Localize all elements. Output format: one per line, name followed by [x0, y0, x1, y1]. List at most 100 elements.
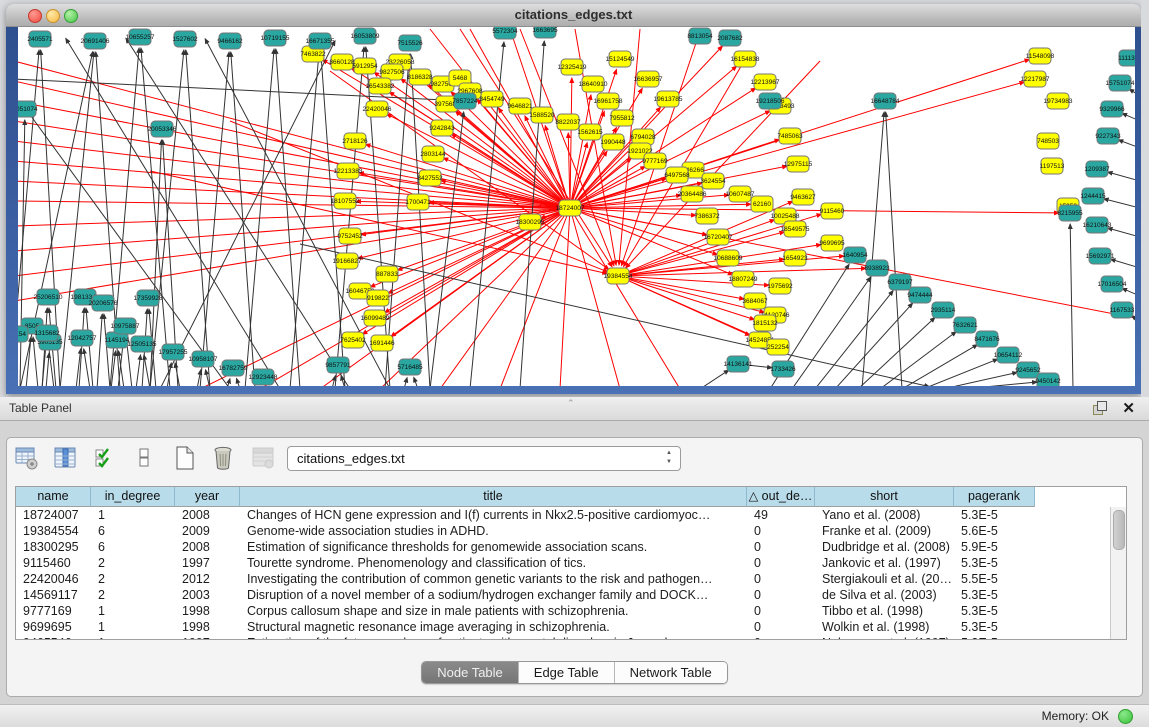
graph-node[interactable]: 3624554 [700, 173, 726, 189]
graph-node[interactable]: 19218506 [756, 93, 785, 109]
graph-node[interactable]: 8186328 [407, 69, 433, 85]
column-header-pagerank[interactable]: pagerank [954, 487, 1035, 507]
graph-node[interactable]: 5572304 [492, 27, 518, 39]
graph-node[interactable]: 8427552 [417, 170, 443, 186]
graph-node[interactable]: 9242843 [429, 120, 455, 136]
table-row[interactable]: 969969511998Structural magnetic resonanc… [16, 619, 1110, 635]
graph-node[interactable]: 8660128 [329, 54, 355, 70]
graph-node[interactable]: 1244415 [1080, 188, 1106, 204]
graph-node[interactable]: 10975887 [111, 318, 140, 334]
graph-node[interactable]: 11548098 [1026, 48, 1055, 64]
network-canvas[interactable]: 1872400719384554746382286601285912954232… [18, 27, 1135, 386]
graph-node[interactable]: 1640954 [842, 247, 868, 263]
graph-node[interactable]: 1167533 [1110, 302, 1135, 318]
graph-node[interactable]: 18549575 [781, 221, 810, 237]
graph-node[interactable]: 2087682 [717, 30, 743, 46]
graph-node[interactable]: 16636957 [634, 71, 663, 87]
table-row[interactable]: 2242004622012Investigating the contribut… [16, 571, 1110, 587]
graph-node[interactable]: 1197513 [1040, 158, 1065, 174]
graph-node[interactable]: 19384554 [604, 268, 633, 284]
graph-node[interactable]: 25206510 [34, 289, 63, 305]
tab-edge-table[interactable]: Edge Table [519, 662, 615, 683]
new-document-icon[interactable] [173, 445, 197, 471]
graph-node[interactable]: 3684067 [742, 293, 768, 309]
graph-node[interactable]: 1691446 [369, 335, 395, 351]
graph-node[interactable]: 20364486 [678, 186, 707, 202]
table-panel-header[interactable]: Table Panel ⌃ ✕ [0, 397, 1149, 421]
graph-node[interactable]: 12213383 [334, 163, 363, 179]
graph-node[interactable]: 19613785 [654, 91, 683, 107]
graph-node[interactable]: 8938923 [864, 260, 890, 276]
graph-node[interactable]: 16099489 [361, 310, 390, 326]
graph-node[interactable]: 12217987 [1021, 71, 1050, 87]
graph-node[interactable]: 1700471 [405, 194, 431, 210]
graph-node[interactable]: 16671355 [306, 33, 335, 49]
graph-node[interactable]: 19734983 [1044, 93, 1073, 109]
graph-node[interactable]: 8813054 [687, 28, 713, 44]
tab-node-table[interactable]: Node Table [422, 662, 519, 683]
graph-node[interactable]: 1562615 [577, 124, 603, 140]
graph-node[interactable]: 20691406 [81, 33, 110, 49]
graph-node[interactable]: 16720407 [704, 229, 733, 245]
graph-node[interactable]: 16154838 [731, 51, 760, 67]
float-panel-icon[interactable] [1093, 401, 1107, 415]
graph-node[interactable]: 8215955 [1057, 205, 1083, 221]
scrollbar-thumb[interactable] [1113, 510, 1125, 550]
window-titlebar[interactable]: citations_edges.txt [6, 4, 1141, 27]
graph-node[interactable]: 10607487 [726, 186, 755, 202]
graph-node[interactable]: 10688609 [714, 250, 743, 266]
table-row[interactable]: 1872400712008Changes of HCN gene express… [16, 507, 1110, 523]
graph-node[interactable]: 2803144 [420, 146, 446, 162]
panel-resize-grip[interactable]: ⌃ [567, 398, 575, 409]
graph-node[interactable]: 6497568 [664, 167, 690, 183]
graph-node[interactable]: 7386372 [694, 208, 720, 224]
graph-node[interactable]: 22420046 [363, 101, 392, 117]
graph-node[interactable]: 8822037 [555, 114, 581, 130]
graph-node[interactable]: 7485063 [777, 128, 803, 144]
graph-node[interactable]: 12923448 [249, 369, 278, 385]
graph-node[interactable]: 12325419 [558, 59, 587, 75]
graph-node[interactable]: 15692971 [1086, 248, 1115, 264]
table-column-icon[interactable] [54, 445, 78, 471]
graph-node[interactable]: 17957255 [159, 344, 188, 360]
graph-node[interactable]: 1733426 [770, 361, 796, 377]
graph-node[interactable]: 19166827 [333, 253, 362, 269]
column-header-name[interactable]: name [16, 487, 91, 507]
graph-node[interactable]: 10654112 [994, 347, 1023, 363]
graph-node[interactable]: 15124549 [606, 51, 635, 67]
graph-node[interactable]: 20053346 [148, 121, 177, 137]
graph-node[interactable]: 16782759 [219, 360, 248, 376]
column-header-year[interactable]: year [175, 487, 240, 507]
graph-node[interactable]: 7857224 [452, 93, 478, 109]
graph-node[interactable]: 12042757 [68, 330, 97, 346]
graph-node[interactable]: 1654923 [782, 250, 808, 266]
graph-node[interactable]: 62160 [751, 196, 773, 212]
graph-node[interactable]: 7955812 [609, 110, 635, 126]
graph-node[interactable]: 2405571 [27, 31, 53, 47]
table-row[interactable]: 1938455462009Genome-wide association stu… [16, 523, 1110, 539]
graph-node[interactable]: 18640910 [579, 76, 608, 92]
graph-node[interactable]: 9463627 [790, 189, 816, 205]
table-scrollbar[interactable] [1110, 507, 1126, 639]
graph-node[interactable]: 16961758 [594, 93, 623, 109]
graph-node[interactable]: 17016504 [1098, 276, 1127, 292]
close-panel-icon[interactable]: ✕ [1122, 399, 1135, 417]
table-row[interactable]: 1456911722003Disruption of a novel membe… [16, 587, 1110, 603]
graph-node[interactable]: 10958107 [189, 351, 218, 367]
graph-node[interactable]: 252254 [767, 339, 789, 355]
table-row[interactable]: 911546021997Tourette syndrome. Phenomeno… [16, 555, 1110, 571]
network-table-selector[interactable]: citations_edges.txt ▲▼ [287, 446, 681, 471]
graph-node[interactable]: 9329966 [1099, 101, 1125, 117]
table-settings-icon[interactable] [15, 445, 39, 471]
graph-node[interactable]: 919822 [367, 290, 389, 306]
graph-node[interactable]: 1209387 [1084, 161, 1110, 177]
graph-node[interactable]: 7625402 [340, 332, 366, 348]
graph-node[interactable]: 9115460 [820, 203, 845, 219]
graph-node[interactable]: 9474444 [907, 287, 933, 303]
graph-node[interactable]: 748503 [1037, 133, 1059, 149]
table-row[interactable]: 1830029562008Estimation of significance … [16, 539, 1110, 555]
graph-node[interactable]: 12505135 [128, 336, 157, 352]
graph-node[interactable]: 18107552 [331, 193, 360, 209]
graph-node[interactable]: 18724007 [556, 200, 585, 216]
graph-node[interactable]: 9450142 [1035, 373, 1061, 386]
